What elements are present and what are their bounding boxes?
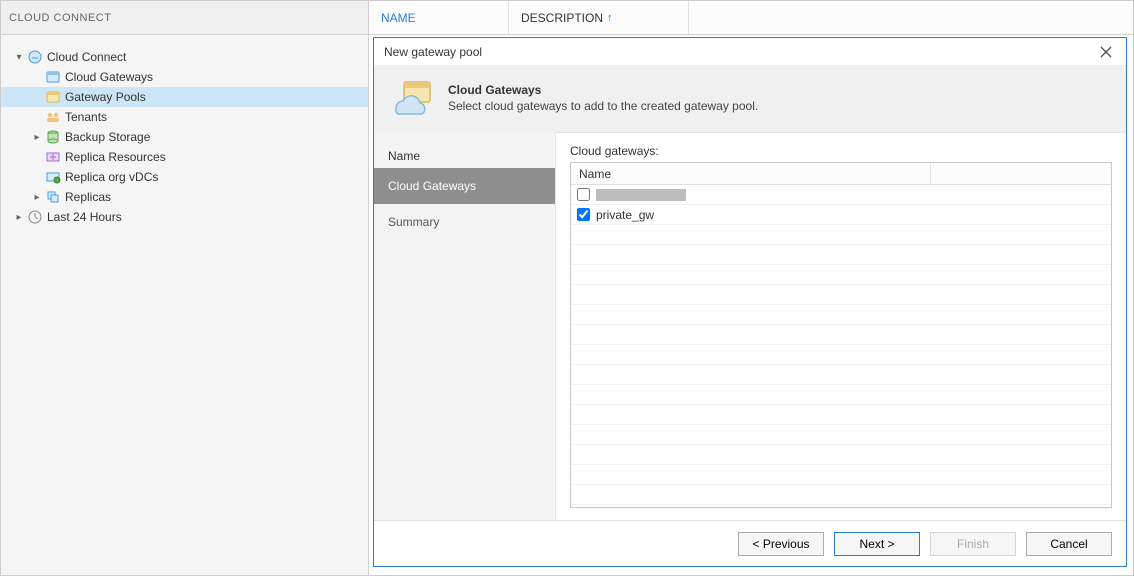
gateway-row-empty [571,425,1111,445]
nav-item-label: Replica org vDCs [65,170,158,184]
gateway-row-empty [571,265,1111,285]
gateway-row-empty [571,305,1111,325]
nav-item-label: Replica Resources [65,150,166,164]
gateway-row-empty [571,345,1111,365]
previous-button[interactable]: < Previous [738,532,824,556]
nav-item-tenants[interactable]: Tenants [1,107,368,127]
nav-item-gateway-pools[interactable]: Gateway Pools [1,87,368,107]
nav-item-cloud-connect[interactable]: ▾ Cloud Connect [1,47,368,67]
gateway-row-label-redacted [596,189,686,201]
dialog-header: Cloud Gateways Select cloud gateways to … [374,66,1126,133]
dialog-step-title: Cloud Gateways [448,83,758,97]
dialog-step-desc: Select cloud gateways to add to the crea… [448,99,758,113]
nav-tree: ▾ Cloud Connect Cloud Gateways Gateway Pool… [1,35,368,227]
nav-item-label: Cloud Gateways [65,70,153,84]
nav-item-label: Replicas [65,190,111,204]
nav-item-cloud-gateways[interactable]: Cloud Gateways [1,67,368,87]
wizard-step-summary[interactable]: Summary [374,204,555,240]
cloud-connect-icon [27,49,43,65]
expander-icon [31,71,43,83]
column-name[interactable]: NAME [369,1,509,34]
last24-icon [27,209,43,225]
column-spacer [689,1,1133,34]
expander-icon[interactable]: ▸ [31,131,43,143]
expander-icon [31,91,43,103]
next-button[interactable]: Next > [834,532,920,556]
gateway-pools-icon [45,89,61,105]
gateway-row-empty [571,285,1111,305]
dialog-title: New gateway pool [384,45,482,59]
wizard-step-cloud-gateways[interactable]: Cloud Gateways [374,168,555,204]
nav-item-label: Cloud Connect [47,50,126,64]
gateway-row-empty [571,445,1111,465]
backup-storage-icon [45,129,61,145]
expander-icon[interactable]: ▸ [13,211,25,223]
grid-col-name[interactable]: Name [571,163,931,184]
gateway-row-empty [571,325,1111,345]
nav-item-replica-resources[interactable]: Replica Resources [1,147,368,167]
gateway-row-label: private_gw [596,208,654,222]
gateway-row-checkbox[interactable] [577,188,590,201]
nav-item-replicas[interactable]: ▸ Replicas [1,187,368,207]
cloud-gateways-label: Cloud gateways: [570,144,1112,158]
gateway-row-empty [571,485,1111,505]
nav-item-label: Gateway Pools [65,90,146,104]
sort-ascending-icon: ↑ [607,12,613,24]
cloud-gateways-large-icon [390,78,434,118]
nav-item-label: Last 24 Hours [47,210,122,224]
gateway-row-empty [571,465,1111,485]
nav-item-last-24-hours[interactable]: ▸ Last 24 Hours [1,207,368,227]
wizard-content: Cloud gateways: Name private_gw [556,132,1126,520]
wizard-steps-header: Name [374,144,555,168]
nav-panel-title: CLOUD CONNECT [1,1,368,35]
nav-panel: CLOUD CONNECT ▾ Cloud Connect Cloud Gatewa… [1,1,369,575]
close-button[interactable] [1094,42,1118,62]
grid-col-spacer [931,163,1111,184]
nav-item-backup-storage[interactable]: ▸ Backup Storage [1,127,368,147]
gateway-row-empty [571,405,1111,425]
replicas-icon [45,189,61,205]
list-column-header: NAME DESCRIPTION ↑ [369,1,1133,35]
cloud-gateways-grid-head: Name [571,163,1111,185]
gateway-row-empty [571,365,1111,385]
gateway-row-empty [571,385,1111,405]
expander-icon[interactable]: ▾ [13,51,25,63]
gateway-row-empty [571,245,1111,265]
gateway-row[interactable]: private_gw [571,205,1111,225]
expander-icon [31,151,43,163]
wizard-steps: Name Cloud GatewaysSummary [374,132,556,520]
gateway-row-checkbox[interactable] [577,208,590,221]
nav-item-label: Tenants [65,110,107,124]
cloud-gateways-grid: Name private_gw [570,162,1112,508]
new-gateway-pool-dialog: New gateway pool Cloud Gateways Select c… [373,37,1127,567]
expander-icon [31,111,43,123]
tenants-icon [45,109,61,125]
dialog-titlebar: New gateway pool [374,38,1126,66]
gateway-row[interactable] [571,185,1111,205]
finish-button[interactable]: Finish [930,532,1016,556]
cloud-gateways-icon [45,69,61,85]
nav-item-label: Backup Storage [65,130,150,144]
close-icon [1100,46,1112,58]
dialog-footer: < Previous Next > Finish Cancel [374,520,1126,566]
nav-item-replica-org-vdcs[interactable]: Replica org vDCs [1,167,368,187]
expander-icon[interactable]: ▸ [31,191,43,203]
replica-resources-icon [45,149,61,165]
column-description[interactable]: DESCRIPTION ↑ [509,1,689,34]
gateway-row-empty [571,505,1111,507]
expander-icon [31,171,43,183]
cancel-button[interactable]: Cancel [1026,532,1112,556]
gateway-row-empty [571,225,1111,245]
replica-vdcs-icon [45,169,61,185]
